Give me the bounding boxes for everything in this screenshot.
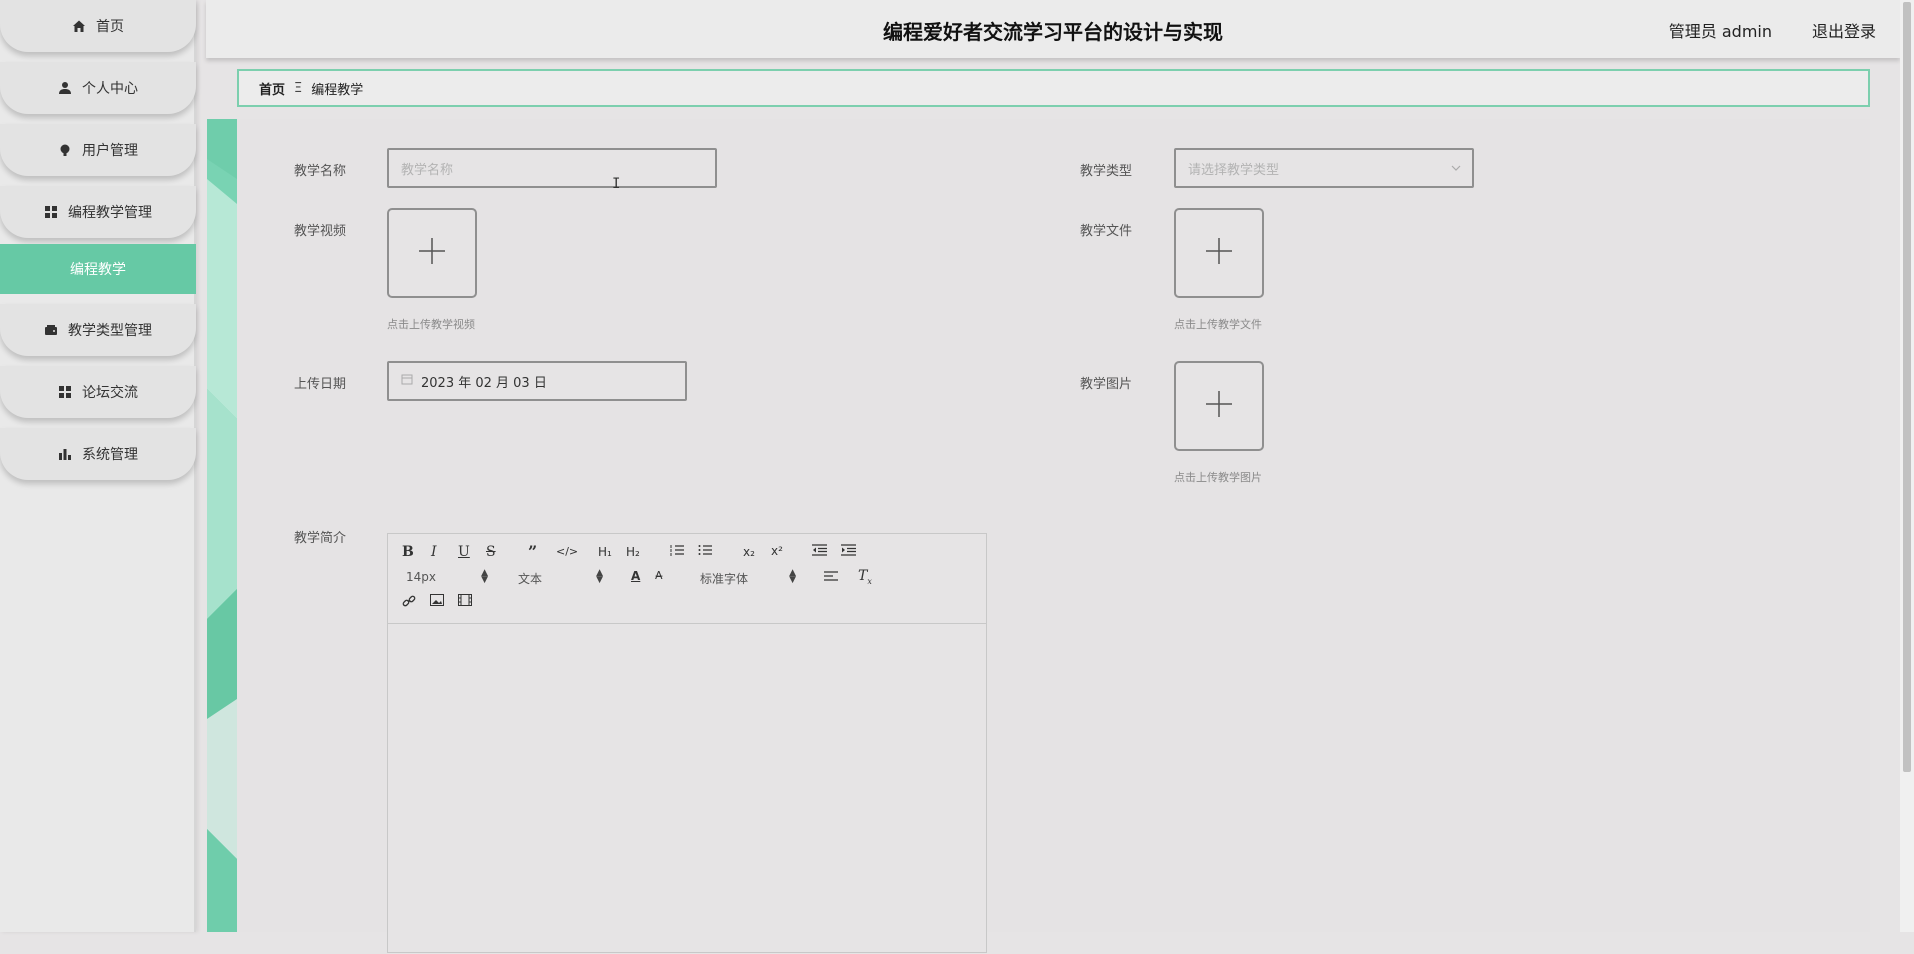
sidebar-item-forum[interactable]: 论坛交流 <box>0 366 196 418</box>
sidebar-item-home[interactable]: 首页 <box>0 0 196 52</box>
file-upload-hint: 点击上传教学文件 <box>1174 318 1262 331</box>
sidebar-item-label: 教学类型管理 <box>68 323 152 339</box>
image-upload-button[interactable] <box>1174 361 1264 451</box>
subscript-icon[interactable]: x₂ <box>743 545 755 559</box>
sidebar-item-label: 编程教学 <box>70 262 126 278</box>
clear-format-icon[interactable]: Tx <box>858 568 872 586</box>
sidebar-item-label: 系统管理 <box>82 447 138 463</box>
sidebar-item-label: 首页 <box>96 19 124 35</box>
link-icon[interactable] <box>402 594 416 612</box>
underline-icon[interactable]: U <box>458 544 470 560</box>
sidebar-item-system[interactable]: 系统管理 <box>0 428 196 480</box>
type-label: 教学类型 <box>1080 164 1133 179</box>
video-label: 教学视频 <box>294 224 347 239</box>
bullet-list-icon[interactable] <box>698 544 712 560</box>
file-label: 教学文件 <box>1080 224 1133 239</box>
breadcrumb-current: 编程教学 <box>311 82 364 98</box>
form-area: 教学名称 教学名称 教学类型 请选择教学类型 教学视频 点击上传教学视频 教学文… <box>237 119 1870 953</box>
type-placeholder: 请选择教学类型 <box>1188 162 1280 178</box>
sidebar-item-label: 用户管理 <box>82 143 138 159</box>
sidebar: 首页 个人中心 用户管理 编程教学管理 编程教学 教学类型管理 论坛交流 系统管… <box>0 0 196 932</box>
date-label: 上传日期 <box>294 377 347 392</box>
font-size-value: 14px <box>406 570 436 584</box>
font-family-select[interactable]: 标准字体 ▲ ▼ <box>700 568 796 587</box>
name-label: 教学名称 <box>294 164 347 179</box>
image-label: 教学图片 <box>1080 377 1133 392</box>
sort-arrows-icon: ▲ ▼ <box>481 568 488 585</box>
grid-icon <box>44 205 58 219</box>
header-format-select[interactable]: 文本 ▲ ▼ <box>518 568 603 587</box>
strikethrough-icon[interactable]: S <box>486 544 496 560</box>
image-icon[interactable] <box>430 594 444 610</box>
sidebar-item-teaching-admin[interactable]: 编程教学管理 <box>0 186 196 238</box>
breadcrumb: 首页 Ξ 编程教学 <box>237 69 1870 107</box>
sidebar-item-label: 论坛交流 <box>82 385 138 401</box>
video-upload-hint: 点击上传教学视频 <box>387 318 475 331</box>
sidebar-item-teaching[interactable]: 编程教学 <box>0 244 196 294</box>
page-scrollbar[interactable] <box>1900 0 1914 932</box>
video-icon[interactable] <box>458 594 472 610</box>
bold-icon[interactable]: B <box>402 544 414 560</box>
font-size-select[interactable]: 14px ▲ ▼ <box>406 568 488 585</box>
current-user: 管理员 admin <box>1668 22 1772 41</box>
superscript-icon[interactable]: x² <box>771 544 783 558</box>
video-upload-button[interactable] <box>387 208 477 298</box>
plus-icon <box>418 237 446 269</box>
page-title: 编程爱好者交流学习平台的设计与实现 <box>883 20 1223 44</box>
bar-chart-icon <box>58 447 72 461</box>
chevron-down-icon <box>1450 162 1462 178</box>
sidebar-item-label: 编程教学管理 <box>68 205 152 221</box>
header-format-value: 文本 <box>518 572 543 586</box>
logout-link[interactable]: 退出登录 <box>1812 18 1876 42</box>
font-color-icon[interactable]: A <box>631 569 640 583</box>
rich-text-editor: B I U S ” </> H₁ H₂ x₂ x² 14px ▲ ▼ 文本 ▲ … <box>387 533 987 953</box>
user-icon <box>58 81 72 95</box>
align-left-icon[interactable] <box>824 570 838 586</box>
type-select[interactable]: 请选择教学类型 <box>1174 148 1474 188</box>
name-placeholder: 教学名称 <box>401 162 454 178</box>
breadcrumb-separator: Ξ <box>294 80 303 96</box>
italic-icon[interactable]: I <box>431 544 437 560</box>
heading1-icon[interactable]: H₁ <box>598 545 612 559</box>
date-value: 2023 年 02 月 03 日 <box>421 375 547 391</box>
sidebar-item-profile[interactable]: 个人中心 <box>0 62 196 114</box>
indent-icon[interactable] <box>841 544 856 560</box>
decorative-strip <box>207 119 237 932</box>
home-icon <box>72 19 86 33</box>
sort-arrows-icon: ▲ ▼ <box>789 568 796 585</box>
blockquote-icon[interactable]: ” <box>528 542 537 561</box>
grid-icon <box>58 385 72 399</box>
sort-arrows-icon: ▲ ▼ <box>596 568 603 585</box>
date-input[interactable]: 2023 年 02 月 03 日 <box>387 361 687 401</box>
text-cursor-icon: I <box>612 176 621 192</box>
intro-label: 教学简介 <box>294 531 347 546</box>
sidebar-item-teaching-types[interactable]: 教学类型管理 <box>0 304 196 356</box>
sidebar-item-users[interactable]: 用户管理 <box>0 124 196 176</box>
ordered-list-icon[interactable] <box>670 544 684 560</box>
editor-toolbar: B I U S ” </> H₁ H₂ x₂ x² 14px ▲ ▼ 文本 ▲ … <box>388 534 986 624</box>
top-header: 编程爱好者交流学习平台的设计与实现 管理员 admin 退出登录 <box>206 0 1900 58</box>
plus-icon <box>1205 390 1233 422</box>
plus-icon <box>1205 237 1233 269</box>
scrollbar-thumb[interactable] <box>1903 2 1911 772</box>
code-icon[interactable]: </> <box>556 545 578 558</box>
outdent-icon[interactable] <box>812 544 827 560</box>
calendar-icon <box>401 373 413 389</box>
bulb-icon <box>58 143 72 157</box>
sidebar-item-label: 个人中心 <box>82 81 138 97</box>
image-upload-hint: 点击上传教学图片 <box>1174 471 1262 484</box>
font-family-value: 标准字体 <box>700 572 749 586</box>
breadcrumb-home[interactable]: 首页 <box>259 79 285 98</box>
background-color-icon[interactable]: A̶ <box>655 569 663 582</box>
file-upload-button[interactable] <box>1174 208 1264 298</box>
wallet-icon <box>44 323 58 337</box>
editor-body[interactable] <box>388 624 986 954</box>
name-input[interactable]: 教学名称 <box>387 148 717 188</box>
heading2-icon[interactable]: H₂ <box>626 545 640 559</box>
